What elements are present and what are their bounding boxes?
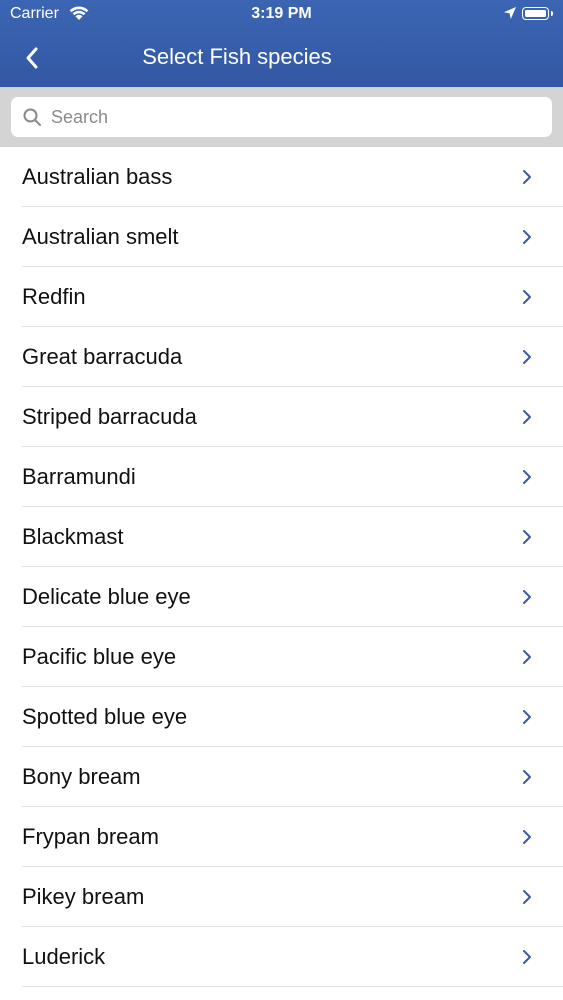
species-label: Great barracuda: [22, 344, 183, 369]
species-label: Blackmast: [22, 524, 124, 549]
species-label: Frypan bream: [22, 824, 159, 849]
list-item[interactable]: Barramundi: [22, 447, 563, 507]
list-item[interactable]: Luderick: [22, 927, 563, 987]
search-input[interactable]: [51, 97, 541, 137]
list-item[interactable]: Delicate blue eye: [22, 567, 563, 627]
status-bar: Carrier 3:19 PM: [0, 0, 563, 30]
species-label: Striped barracuda: [22, 404, 197, 429]
species-label: Redfin: [22, 284, 86, 309]
species-label: Luderick: [22, 944, 106, 969]
list-item[interactable]: Australian smelt: [22, 207, 563, 267]
chevron-right-icon: [521, 768, 533, 791]
list-item[interactable]: Bony bream: [22, 747, 563, 807]
list-item[interactable]: Pacific blue eye: [22, 627, 563, 687]
search-bar: [0, 87, 563, 147]
species-label: Barramundi: [22, 464, 136, 489]
chevron-right-icon: [521, 828, 533, 851]
list-item[interactable]: Spotted blue eye: [22, 687, 563, 747]
navigation-bar: Select Fish species: [0, 30, 563, 87]
chevron-right-icon: [521, 528, 533, 551]
species-label: Pacific blue eye: [22, 644, 177, 669]
species-label: Delicate blue eye: [22, 584, 191, 609]
chevron-right-icon: [521, 168, 533, 191]
chevron-right-icon: [521, 648, 533, 671]
list-item[interactable]: Redfin: [22, 267, 563, 327]
chevron-right-icon: [521, 228, 533, 251]
list-item[interactable]: Blackmast: [22, 507, 563, 567]
location-arrow-icon: [503, 6, 517, 25]
top-bar: Carrier 3:19 PM Select Fish species: [0, 0, 563, 87]
list-item[interactable]: Striped barracuda: [22, 387, 563, 447]
chevron-right-icon: [521, 408, 533, 431]
species-label: Spotted blue eye: [22, 704, 188, 729]
chevron-right-icon: [521, 708, 533, 731]
search-box[interactable]: [11, 97, 552, 137]
chevron-right-icon: [521, 948, 533, 971]
status-time: 3:19 PM: [251, 5, 312, 22]
list-item[interactable]: Pikey bream: [22, 867, 563, 927]
list-item[interactable]: Frypan bream: [22, 807, 563, 867]
chevron-right-icon: [521, 588, 533, 611]
species-label: Australian smelt: [22, 224, 179, 249]
species-label: Bony bream: [22, 764, 141, 789]
list-item[interactable]: Great barracuda: [22, 327, 563, 387]
list-item[interactable]: Australian bass: [22, 147, 563, 207]
page-title: Select Fish species: [142, 44, 332, 69]
species-label: Australian bass: [22, 164, 173, 189]
species-label: Pikey bream: [22, 884, 145, 909]
search-icon: [23, 108, 41, 126]
chevron-right-icon: [521, 288, 533, 311]
species-list: Australian bass Australian smelt Redfin Gre…: [0, 147, 563, 987]
chevron-right-icon: [521, 348, 533, 371]
chevron-right-icon: [521, 888, 533, 911]
chevron-right-icon: [521, 468, 533, 491]
battery-icon: [522, 7, 553, 20]
